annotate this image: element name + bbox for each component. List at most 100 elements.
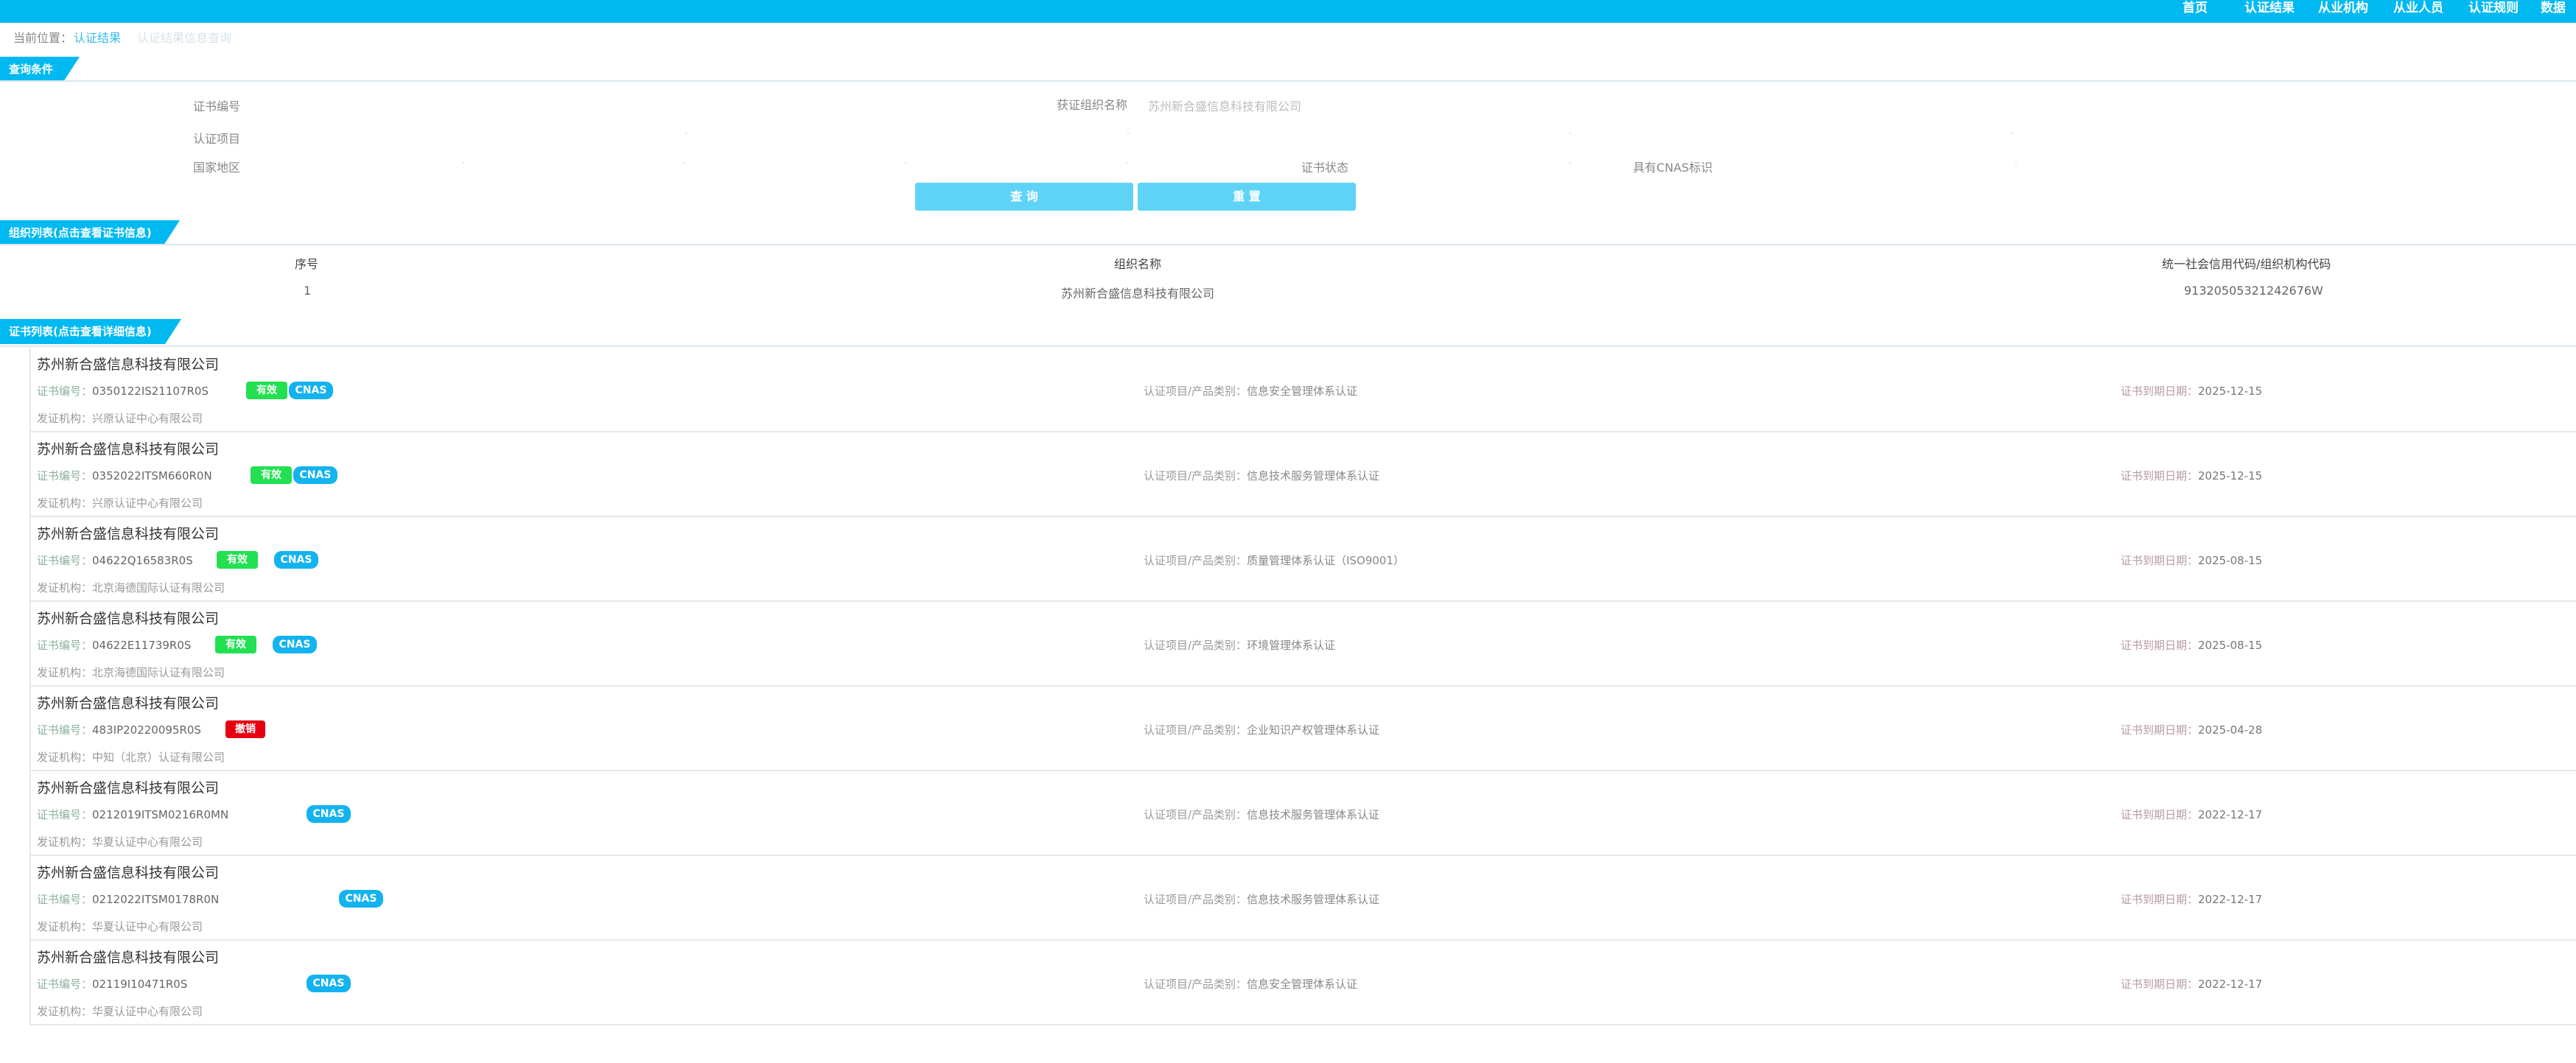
cert-project-value: 信息安全管理体系认证 xyxy=(1247,978,1358,991)
cert-list-item[interactable]: 苏州新合盛信息科技有限公司 证书编号：483IP20220095R0S 撤销 认证项目… xyxy=(31,687,2576,771)
cert-expiry-label: 证书到期日期： xyxy=(2121,808,2199,821)
breadcrumb-prefix: 当前位置： xyxy=(13,31,73,45)
nav-data[interactable]: 数据 xyxy=(2541,0,2566,18)
region-label: 国家地区 xyxy=(193,161,241,175)
cert-expiry-label: 证书到期日期： xyxy=(2121,723,2199,737)
cert-issuer: 发证机构：兴原认证中心有限公司 xyxy=(37,495,203,511)
cert-issuer-value: 兴原认证中心有限公司 xyxy=(92,497,203,510)
cert-project-label: 认证项目/产品类别： xyxy=(1144,554,1247,567)
project-select[interactable] xyxy=(265,124,2034,146)
cert-issuer-label: 发证机构： xyxy=(37,1005,93,1018)
cert-no-label: 证书编号： xyxy=(37,639,93,652)
cert-issuer-value: 华夏认证中心有限公司 xyxy=(92,920,203,933)
cert-status-select[interactable] xyxy=(1363,153,1584,175)
region-select[interactable] xyxy=(265,153,1149,175)
cnas-badge: CNAS xyxy=(339,890,383,908)
cert-project-value: 信息技术服务管理体系认证 xyxy=(1247,893,1380,906)
cnas-badge: CNAS xyxy=(307,975,351,992)
cnas-badge: CNAS xyxy=(273,636,317,653)
cert-expiry: 证书到期日期：2025-12-15 xyxy=(2121,382,2262,400)
cert-issuer: 发证机构：华夏认证中心有限公司 xyxy=(37,834,203,849)
cert-project-label: 认证项目/产品类别： xyxy=(1144,808,1247,821)
cert-project-value: 质量管理体系认证（ISO9001） xyxy=(1247,554,1404,567)
org-col-name: 组织名称 xyxy=(1114,257,1162,271)
cert-no-value: 04622E11739R0S xyxy=(92,639,192,652)
cert-project-label: 认证项目/产品类别： xyxy=(1144,723,1247,737)
cert-list-item[interactable]: 苏州新合盛信息科技有限公司 证书编号：04622E11739R0S 有效 CNAS 认证… xyxy=(31,602,2576,687)
nav-personnel[interactable]: 从业人员 xyxy=(2393,0,2443,18)
cert-issuer: 发证机构：华夏认证中心有限公司 xyxy=(37,1003,203,1019)
cert-project: 认证项目/产品类别：质量管理体系认证（ISO9001） xyxy=(1144,552,1404,569)
breadcrumb: 当前位置： 认证结果 认证结果信息查询 xyxy=(13,28,231,46)
cert-org-name: 苏州新合盛信息科技有限公司 xyxy=(37,695,220,712)
cert-no-value: 0212019ITSM0216R0MN xyxy=(92,808,229,821)
cnas-badge: CNAS xyxy=(289,382,333,399)
org-name-label: 获证组织名称 xyxy=(1057,98,1128,112)
cert-status-label: 证书状态 xyxy=(1301,161,1349,175)
divider xyxy=(0,244,2576,245)
cert-issuer-label: 发证机构： xyxy=(37,835,93,849)
cert-project: 认证项目/产品类别：信息技术服务管理体系认证 xyxy=(1144,891,1379,908)
cert-issuer-label: 发证机构： xyxy=(37,920,93,933)
nav-institutions[interactable]: 从业机构 xyxy=(2318,0,2368,18)
cnas-badge: CNAS xyxy=(293,466,337,484)
divider xyxy=(0,80,2576,82)
cert-org-name: 苏州新合盛信息科技有限公司 xyxy=(37,611,220,627)
cert-project-value: 信息安全管理体系认证 xyxy=(1247,385,1358,398)
cert-issuer-label: 发证机构： xyxy=(37,412,93,425)
breadcrumb-current[interactable]: 认证结果 xyxy=(74,31,121,45)
cert-list-item[interactable]: 苏州新合盛信息科技有限公司 证书编号：0212019ITSM0216R0MN CNA… xyxy=(31,771,2576,856)
cert-list-item[interactable]: 苏州新合盛信息科技有限公司 证书编号：0212022ITSM0178R0N CNAS… xyxy=(31,856,2576,941)
cert-no-label: 证书编号 xyxy=(193,99,241,113)
cnas-select[interactable] xyxy=(1724,153,2034,175)
cert-issuer-value: 北京海德国际认证有限公司 xyxy=(92,581,225,594)
cert-no-value: 0352022ITSM660R0N xyxy=(92,469,212,483)
search-button[interactable]: 查 询 xyxy=(915,183,1133,211)
nav-cert-rules[interactable]: 认证规则 xyxy=(2468,0,2519,18)
cert-org-name: 苏州新合盛信息科技有限公司 xyxy=(37,865,220,881)
org-col-index: 序号 xyxy=(295,257,319,271)
cert-expiry: 证书到期日期：2025-08-15 xyxy=(2121,636,2262,654)
org-table-row[interactable]: 1 苏州新合盛信息科技有限公司 91320505321242676W xyxy=(0,277,2576,306)
cert-expiry: 证书到期日期：2022-12-17 xyxy=(2121,975,2262,993)
cert-issuer-value: 华夏认证中心有限公司 xyxy=(92,1005,203,1018)
cert-expiry-label: 证书到期日期： xyxy=(2121,639,2199,652)
cert-expiry: 证书到期日期：2025-12-15 xyxy=(2121,467,2262,485)
cert-expiry: 证书到期日期：2025-04-28 xyxy=(2121,721,2262,739)
cert-expiry: 证书到期日期：2022-12-17 xyxy=(2121,891,2262,908)
nav-cert-results[interactable]: 认证结果 xyxy=(2244,0,2295,18)
cert-expiry-value: 2025-12-15 xyxy=(2198,469,2263,483)
cert-list-item[interactable]: 苏州新合盛信息科技有限公司 证书编号：02119I10471R0S CNAS 认证项目… xyxy=(31,941,2576,1025)
cert-issuer: 发证机构：兴原认证中心有限公司 xyxy=(37,410,203,426)
cert-expiry-label: 证书到期日期： xyxy=(2121,554,2199,567)
nav-home[interactable]: 首页 xyxy=(2183,0,2208,18)
cert-list-item[interactable]: 苏州新合盛信息科技有限公司 证书编号：0352022ITSM660R0N 有效 CNA… xyxy=(31,432,2576,517)
cert-org-name: 苏州新合盛信息科技有限公司 xyxy=(37,441,220,457)
valid-badge: 有效 xyxy=(246,382,287,399)
cert-no: 证书编号：04622Q16583R0S xyxy=(37,552,193,569)
cert-no-label: 证书编号： xyxy=(37,385,93,398)
cert-expiry-value: 2022-12-17 xyxy=(2198,978,2263,991)
cert-issuer-value: 兴原认证中心有限公司 xyxy=(92,412,203,425)
cert-project: 认证项目/产品类别：环境管理体系认证 xyxy=(1144,636,1335,654)
valid-badge: 有效 xyxy=(215,636,256,653)
cert-list-item[interactable]: 苏州新合盛信息科技有限公司 证书编号：04622Q16583R0S 有效 CNAS 认证… xyxy=(31,517,2576,602)
cert-issuer-label: 发证机构： xyxy=(37,497,93,510)
cert-project-label: 认证项目/产品类别： xyxy=(1144,978,1247,991)
cert-expiry-value: 2025-12-15 xyxy=(2198,385,2263,398)
cert-expiry-label: 证书到期日期： xyxy=(2121,385,2199,398)
cert-project-label: 认证项目/产品类别： xyxy=(1144,385,1247,398)
org-row-index: 1 xyxy=(304,284,312,298)
breadcrumb-sub: 认证结果信息查询 xyxy=(137,31,232,45)
cert-project-value: 企业知识产权管理体系认证 xyxy=(1247,723,1380,737)
query-section-header: 查询条件 xyxy=(0,57,80,82)
cert-no-label: 证书编号： xyxy=(37,893,93,906)
cert-issuer: 发证机构：北京海德国际认证有限公司 xyxy=(37,580,225,595)
reset-button[interactable]: 重 置 xyxy=(1138,183,1356,211)
org-name-input[interactable]: 苏州新合盛信息科技有限公司 xyxy=(1148,97,1301,114)
cert-expiry: 证书到期日期：2025-08-15 xyxy=(2121,552,2262,569)
project-label: 认证项目 xyxy=(193,132,241,146)
valid-badge: 有效 xyxy=(217,551,258,569)
cert-list-item[interactable]: 苏州新合盛信息科技有限公司 证书编号：0350122IS21107R0S 有效 CNA… xyxy=(31,348,2576,432)
cert-no-input[interactable] xyxy=(265,93,784,115)
